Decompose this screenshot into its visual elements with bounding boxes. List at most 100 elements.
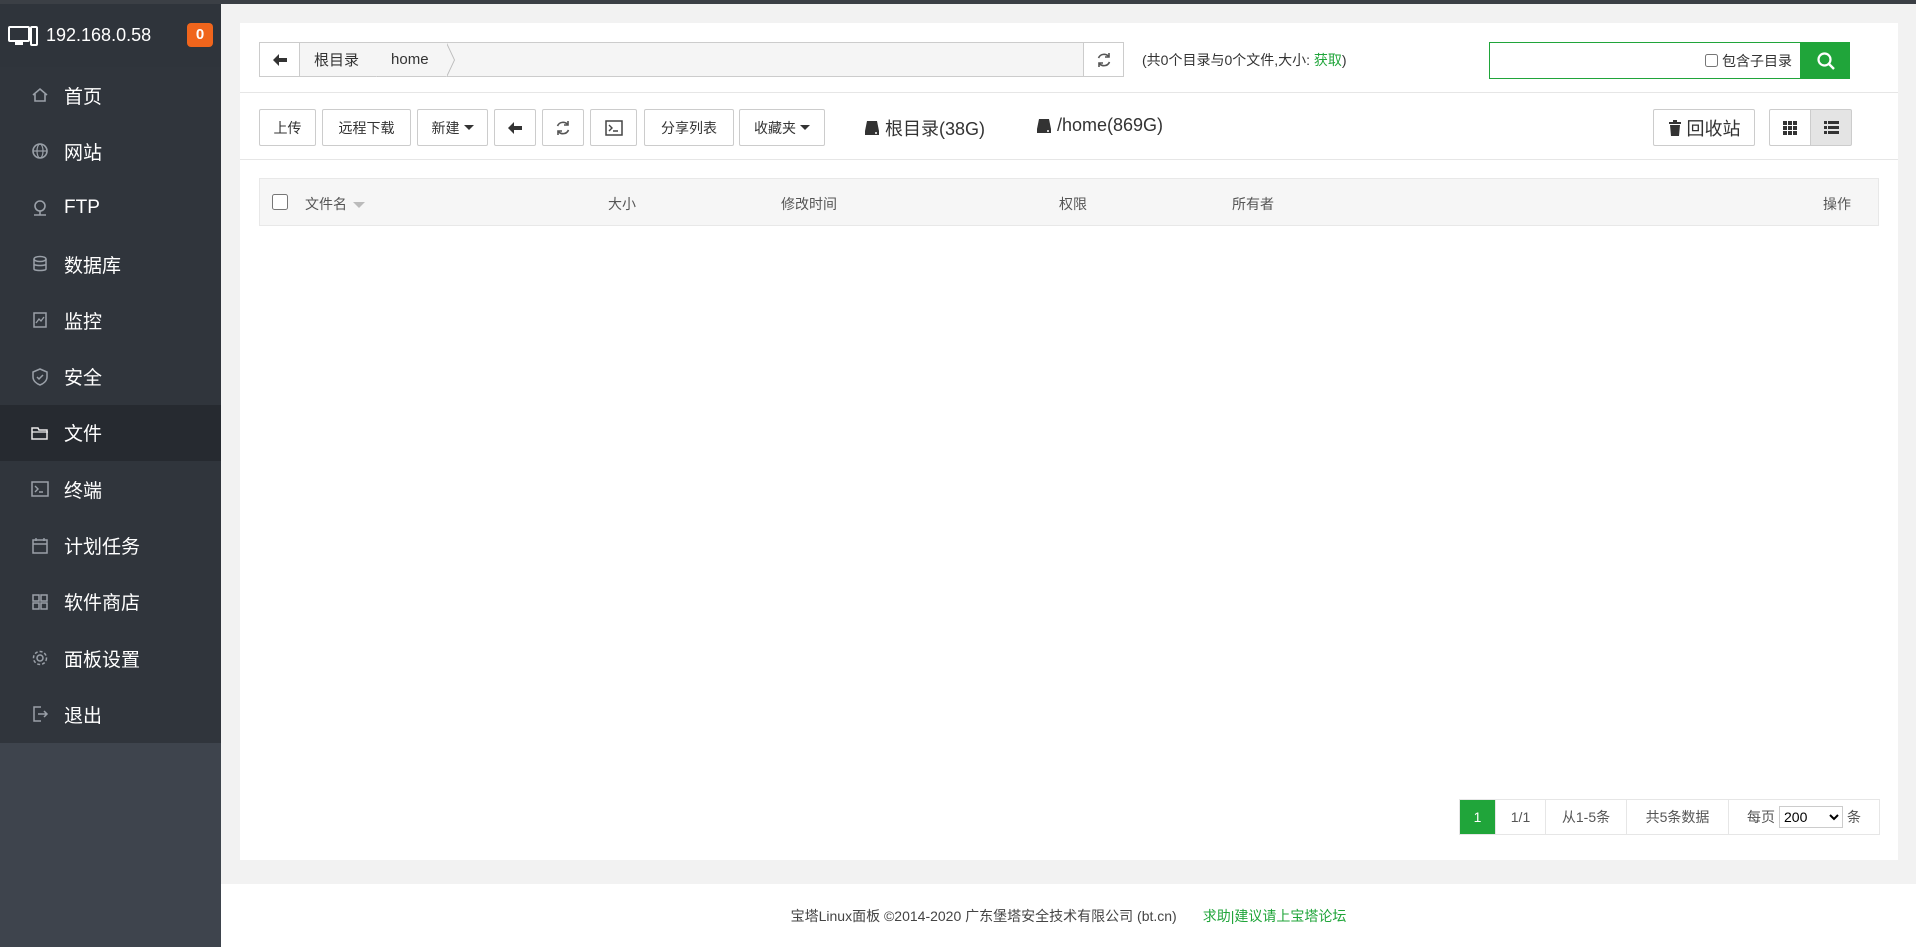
menu-item-files[interactable]: 文件 — [0, 404, 221, 462]
folder-icon — [30, 423, 50, 443]
menu-item-database[interactable]: 数据库 — [0, 236, 221, 292]
column-header-operations: 操作 — [1823, 196, 1851, 212]
new-dropdown-button[interactable]: 新建 — [417, 109, 488, 146]
disk-home[interactable]: /home(869G) — [1036, 115, 1163, 136]
menu-item-label: 软件商店 — [64, 593, 141, 615]
include-subdir-checkbox[interactable] — [1705, 54, 1718, 67]
include-subdir-option[interactable]: 包含子目录 — [1705, 43, 1800, 78]
column-header-size[interactable]: 大小 — [608, 194, 636, 214]
file-manager-panel: 根目录 home (共0个目录与0个文件,大小: 获取) 包含子目录 上传 远程… — [240, 23, 1898, 860]
menu-item-home[interactable]: 首页 — [0, 67, 221, 123]
page-count: 1/1 — [1496, 800, 1546, 834]
breadcrumb: 根目录 home — [259, 42, 1124, 77]
column-header-mtime[interactable]: 修改时间 — [781, 194, 837, 214]
new-label: 新建 — [431, 119, 460, 136]
column-header-name[interactable]: 文件名 — [305, 194, 365, 214]
fetch-size-link[interactable]: 获取 — [1314, 52, 1342, 68]
hard-drive-icon — [1037, 118, 1051, 133]
menu-item-panel-settings[interactable]: 面板设置 — [0, 630, 221, 686]
search-button[interactable] — [1801, 42, 1850, 79]
terminal-button[interactable] — [590, 109, 637, 146]
menu-item-label: 首页 — [64, 86, 103, 108]
logout-icon — [30, 704, 50, 724]
menu-item-label: 退出 — [64, 705, 103, 727]
caret-down-icon — [463, 125, 474, 130]
share-list-button[interactable]: 分享列表 — [644, 109, 734, 146]
home-icon — [30, 85, 50, 105]
favorites-label: 收藏夹 — [754, 119, 796, 136]
select-all-checkbox[interactable] — [272, 194, 288, 210]
menu-item-label: 数据库 — [64, 255, 122, 277]
breadcrumb-path-area[interactable] — [447, 43, 1083, 76]
menu-item-label: 监控 — [64, 311, 103, 333]
menu-item-app-store[interactable]: 软件商店 — [0, 574, 221, 630]
trash-icon — [1668, 119, 1681, 136]
include-subdir-label: 包含子目录 — [1722, 52, 1792, 69]
column-name-label: 文件名 — [305, 196, 347, 212]
sort-down-icon — [353, 202, 365, 209]
menu-item-label: 计划任务 — [64, 537, 141, 559]
column-header-permission: 权限 — [1059, 196, 1087, 212]
page-current[interactable]: 1 — [1460, 800, 1496, 834]
menu-item-cron[interactable]: 计划任务 — [0, 517, 221, 573]
breadcrumb-root[interactable]: 根目录 — [300, 43, 386, 77]
arrow-left-icon — [508, 121, 522, 134]
refresh-icon — [556, 120, 570, 135]
remote-download-button[interactable]: 远程下载 — [322, 109, 411, 146]
favorites-dropdown-button[interactable]: 收藏夹 — [739, 109, 825, 146]
menu-item-label: FTP — [64, 196, 100, 218]
total-records: 共5条数据 — [1627, 800, 1729, 834]
caret-down-icon — [800, 125, 810, 130]
breadcrumb-refresh-button[interactable] — [1083, 43, 1123, 76]
disk-root[interactable]: 根目录(38G) — [864, 115, 985, 141]
grid-view-button[interactable] — [1769, 109, 1811, 146]
disk-root-label: 根目录(38G) — [885, 119, 986, 139]
menu-item-logout[interactable]: 退出 — [0, 686, 221, 742]
upload-button[interactable]: 上传 — [259, 109, 316, 146]
menu-item-security[interactable]: 安全 — [0, 348, 221, 404]
ftp-icon — [30, 198, 50, 218]
copyright-text: 宝塔Linux面板 ©2014-2020 广东堡塔安全技术有限公司 (bt.cn… — [790, 907, 1177, 924]
server-header: 192.168.0.58 0 — [0, 4, 221, 67]
menu-item-terminal[interactable]: 终端 — [0, 461, 221, 517]
count-close: ) — [1341, 52, 1347, 68]
column-header-owner: 所有者 — [1232, 196, 1274, 212]
directory-count-info: (共0个目录与0个文件,大小: 获取) — [1142, 50, 1347, 70]
terminal-icon — [30, 479, 50, 499]
back-button[interactable] — [494, 109, 536, 146]
window-top-strip — [0, 0, 1916, 4]
breadcrumb-back-button[interactable] — [260, 43, 300, 76]
menu-item-label: 文件 — [64, 424, 103, 446]
globe-icon — [30, 141, 50, 161]
terminal-icon — [604, 119, 623, 136]
refresh-button[interactable] — [542, 109, 584, 146]
search-input[interactable] — [1490, 43, 1705, 78]
menu-item-website[interactable]: 网站 — [0, 123, 221, 179]
file-table-header: 文件名 大小 修改时间 权限 所有者 操作 — [259, 178, 1879, 226]
per-page-control: 每页 200 条 — [1729, 800, 1879, 834]
search-icon — [1816, 51, 1835, 70]
hard-drive-icon — [865, 121, 879, 135]
divider — [240, 92, 1898, 93]
menu-item-label: 面板设置 — [64, 649, 141, 671]
list-view-button[interactable] — [1810, 109, 1852, 146]
sidebar: 192.168.0.58 0 首页 网站 FTP 数据库 监控 安全 文件 终端… — [0, 4, 221, 947]
database-icon — [30, 254, 50, 274]
per-page-select[interactable]: 200 — [1779, 806, 1843, 828]
pagination: 1 1/1 从1-5条 共5条数据 每页 200 条 — [1459, 799, 1880, 835]
breadcrumb-home[interactable]: home — [377, 43, 455, 77]
menu-item-ftp[interactable]: FTP — [0, 180, 221, 236]
recycle-bin-label: 回收站 — [1686, 118, 1741, 139]
menu-item-label: 网站 — [64, 142, 103, 164]
arrow-left-icon — [272, 53, 287, 66]
notification-badge[interactable]: 0 — [187, 23, 213, 47]
recycle-bin-button[interactable]: 回收站 — [1653, 109, 1755, 146]
menu-item-label: 终端 — [64, 480, 103, 502]
menu-item-label: 安全 — [64, 368, 103, 390]
count-text: (共0个目录与0个文件,大小: — [1142, 52, 1314, 68]
file-search-box: 包含子目录 — [1489, 42, 1801, 79]
disk-home-label: /home(869G) — [1057, 115, 1164, 135]
menu-item-monitor[interactable]: 监控 — [0, 292, 221, 348]
server-monitor-icon — [8, 25, 38, 46]
forum-link[interactable]: 求助|建议请上宝塔论坛 — [1203, 906, 1347, 926]
